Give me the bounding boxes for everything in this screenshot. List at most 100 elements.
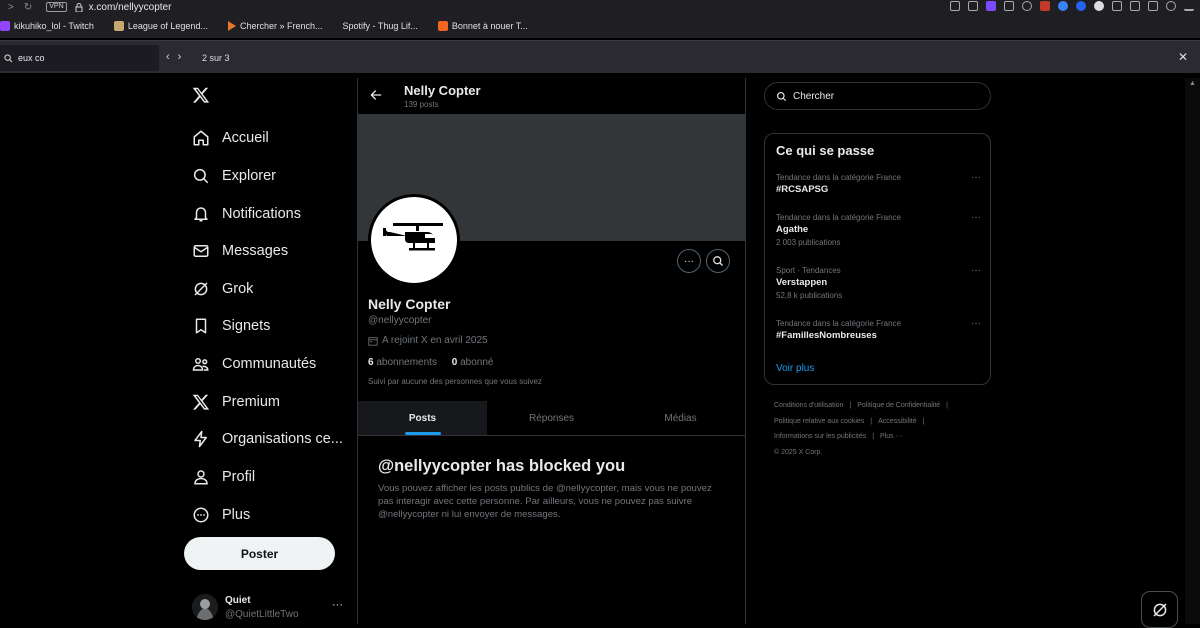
footer-link[interactable]: Conditions d'utilisation bbox=[774, 402, 843, 409]
tab-posts[interactable]: Posts bbox=[358, 401, 487, 435]
sidebar-item-accueil[interactable]: Accueil bbox=[192, 125, 269, 151]
sidebar-item-premium[interactable]: Premium bbox=[192, 389, 280, 415]
bookmark-item[interactable]: League of Legend... bbox=[113, 21, 208, 31]
followers-link[interactable]: 0 abonné bbox=[452, 357, 494, 368]
sidebar-item-grok[interactable]: Grok bbox=[192, 276, 253, 302]
bookmark-icon bbox=[195, 318, 207, 334]
translate-icon[interactable] bbox=[950, 1, 960, 11]
back-arrow-icon[interactable] bbox=[369, 88, 383, 102]
more-circle-icon bbox=[193, 507, 209, 523]
extension-icon-1[interactable] bbox=[1040, 1, 1050, 11]
sidebar-item-organisations[interactable]: Organisations ce... bbox=[192, 426, 343, 452]
x-logo-icon[interactable] bbox=[192, 86, 210, 109]
close-icon[interactable]: ✕ bbox=[1178, 50, 1188, 64]
sidebar-item-plus[interactable]: Plus bbox=[192, 502, 250, 528]
trend-item[interactable]: Tendance dans la catégorie France #Famil… bbox=[776, 318, 981, 341]
people-icon bbox=[192, 358, 209, 371]
scroll-up-icon[interactable]: ▲ bbox=[1189, 80, 1196, 87]
mail-icon bbox=[193, 245, 209, 257]
browser-toolbar: > ↻ VPN x.com/nellyycopter kikuhiko_lol … bbox=[0, 0, 1200, 38]
extension-arrow-icon[interactable] bbox=[1004, 1, 1014, 11]
url-text[interactable]: x.com/nellyycopter bbox=[89, 2, 172, 13]
more-icon[interactable]: ··· bbox=[971, 318, 981, 329]
find-input-value: eux co bbox=[18, 53, 45, 63]
sidebar-item-messages[interactable]: Messages bbox=[192, 238, 288, 264]
helicopter-icon bbox=[383, 223, 443, 251]
screenshot-icon[interactable] bbox=[968, 1, 978, 11]
find-input[interactable]: eux co bbox=[0, 45, 159, 71]
scrollbar[interactable]: ▲ bbox=[1185, 78, 1200, 624]
sidebar-item-notifications[interactable]: Notifications bbox=[192, 201, 301, 227]
more-icon[interactable]: ··· bbox=[332, 599, 343, 611]
find-next-icon[interactable]: › bbox=[178, 51, 182, 63]
sidebar-item-explorer[interactable]: Explorer bbox=[192, 163, 276, 189]
vpn-badge[interactable]: VPN bbox=[46, 2, 67, 12]
trend-item[interactable]: Tendance dans la catégorie France Agathe… bbox=[776, 212, 981, 247]
trend-item[interactable]: Sport · Tendances Verstappen 52,8 k publ… bbox=[776, 265, 981, 300]
copyright: © 2025 X Corp. bbox=[774, 448, 823, 456]
search-placeholder: Chercher bbox=[793, 90, 835, 102]
footer-link[interactable]: Informations sur les publicités bbox=[774, 433, 866, 440]
account-handle: @QuietLittleTwo bbox=[225, 609, 299, 620]
profile-handle: @nellyycopter bbox=[368, 315, 432, 326]
extension-icon-3[interactable] bbox=[1076, 1, 1086, 11]
settings-icon[interactable] bbox=[1166, 1, 1176, 11]
tab-medias[interactable]: Médias bbox=[616, 401, 745, 435]
footer-link[interactable]: Politique de Confidentialité bbox=[857, 402, 940, 409]
find-bar: eux co ‹ › 2 sur 3 ✕ bbox=[0, 40, 1200, 73]
grok-icon bbox=[1152, 602, 1167, 617]
extension-icon-5[interactable] bbox=[1112, 1, 1122, 11]
forward-icon[interactable]: > bbox=[8, 2, 14, 13]
sidebar-item-profil[interactable]: Profil bbox=[192, 464, 255, 490]
post-button[interactable]: Poster bbox=[184, 537, 335, 570]
profile-joined: A rejoint X en avril 2025 bbox=[368, 335, 488, 346]
blocked-notice: @nellyycopter has blocked you Vous pouve… bbox=[378, 457, 728, 521]
twitch-favicon-icon bbox=[0, 21, 10, 31]
footer-link[interactable]: Accessibilité bbox=[878, 418, 917, 425]
etsy-favicon-icon bbox=[437, 21, 448, 31]
trend-item[interactable]: Tendance dans la catégorie France #RCSAP… bbox=[776, 172, 981, 195]
show-more-link[interactable]: Voir plus bbox=[776, 363, 814, 374]
download-icon[interactable] bbox=[1184, 1, 1194, 11]
bookmark-item[interactable]: Chercher » French... bbox=[227, 21, 323, 31]
puzzle-icon[interactable] bbox=[1130, 1, 1140, 11]
header-post-count: 139 posts bbox=[404, 100, 439, 109]
grok-button[interactable] bbox=[1141, 591, 1178, 628]
bell-icon bbox=[194, 207, 208, 222]
profile-avatar[interactable] bbox=[368, 194, 460, 286]
trends-title: Ce qui se passe bbox=[776, 143, 875, 158]
sidebar-item-communautes[interactable]: Communautés bbox=[192, 351, 316, 377]
header-title: Nelly Copter bbox=[404, 83, 481, 98]
bookmark-item[interactable]: kikuhiko_lol - Twitch bbox=[0, 21, 94, 31]
x-logo-icon bbox=[192, 394, 210, 410]
more-icon[interactable]: ··· bbox=[971, 265, 981, 276]
search-input[interactable]: Chercher bbox=[764, 82, 991, 110]
shield-icon[interactable] bbox=[986, 1, 996, 11]
home-icon bbox=[193, 130, 209, 146]
extension-icon-2[interactable] bbox=[1058, 1, 1068, 11]
reload-icon[interactable]: ↻ bbox=[24, 2, 32, 13]
footer-link[interactable]: Politique relative aux cookies bbox=[774, 418, 864, 425]
heart-icon[interactable] bbox=[1022, 1, 1032, 11]
profile-search-button[interactable] bbox=[706, 249, 730, 273]
search-icon bbox=[4, 53, 13, 62]
account-name: Quiet bbox=[225, 595, 251, 606]
find-previous-icon[interactable]: ‹ bbox=[166, 51, 170, 63]
sidebar-item-signets[interactable]: Signets bbox=[192, 313, 270, 339]
more-options-button[interactable]: ··· bbox=[677, 249, 701, 273]
sidebar-icon[interactable] bbox=[1148, 1, 1158, 11]
following-link[interactable]: 6 abonnements bbox=[368, 357, 437, 368]
bookmarks-bar: kikuhiko_lol - Twitch League of Legend..… bbox=[0, 17, 548, 35]
person-icon bbox=[194, 470, 208, 485]
more-icon[interactable]: ··· bbox=[971, 212, 981, 223]
more-icon[interactable]: ··· bbox=[971, 172, 981, 183]
lock-icon bbox=[75, 2, 83, 12]
profile-column: Nelly Copter 139 posts ··· Nelly Copter … bbox=[357, 78, 746, 624]
search-icon bbox=[713, 256, 723, 266]
bookmark-item[interactable]: Bonnet à nouer T... bbox=[437, 21, 528, 31]
tab-reponses[interactable]: Réponses bbox=[487, 401, 616, 435]
bookmark-item[interactable]: Spotify - Thug Lif... bbox=[343, 21, 418, 31]
account-switcher[interactable]: Quiet @QuietLittleTwo ··· bbox=[192, 594, 352, 624]
extension-icon-4[interactable] bbox=[1094, 1, 1104, 11]
footer-more-link[interactable]: Plus ··· bbox=[880, 433, 903, 440]
